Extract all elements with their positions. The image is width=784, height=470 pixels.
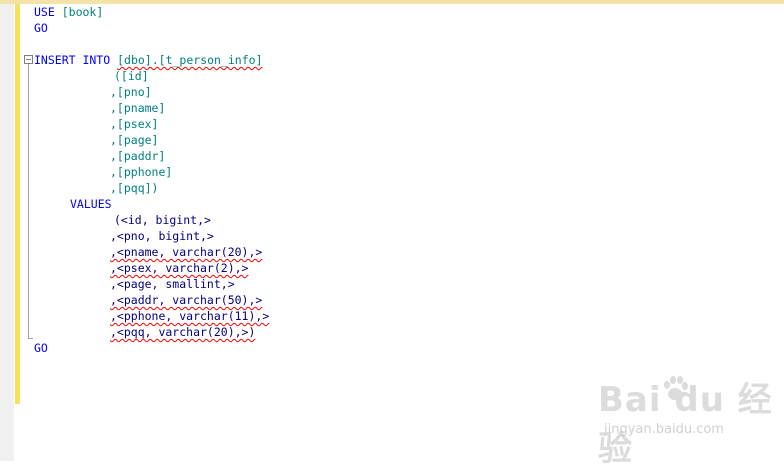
value-placeholder-line: ,<pno, bigint,> xyxy=(110,229,214,243)
value-placeholder-line: (<id, bigint,> xyxy=(114,213,211,227)
outline-line xyxy=(28,64,29,338)
keyword-go: GO xyxy=(34,21,48,35)
column-line: ,[pphone] xyxy=(110,165,173,179)
collapse-toggle-icon[interactable] xyxy=(24,55,33,64)
column-line: ,[paddr] xyxy=(110,149,166,163)
value-placeholder-line: ,<pname, varchar(20),> xyxy=(110,245,263,259)
editor-gutter xyxy=(0,4,14,461)
column-line: ,[pname] xyxy=(110,101,166,115)
code-line-go: GO xyxy=(34,20,48,36)
table-name: [dbo].[t_person_info] xyxy=(117,53,263,67)
value-placeholder-line: ,<pqq, varchar(20),>) xyxy=(110,325,256,339)
code-line-use: USE [book] xyxy=(34,4,103,20)
code-line-insert: INSERT INTO [dbo].[t_person_info] xyxy=(34,52,263,68)
watermark-url: jingyan.baidu.com xyxy=(604,422,724,437)
column-line: ,[page] xyxy=(110,133,159,147)
value-placeholder-line: ,<paddr, varchar(50),> xyxy=(110,293,263,307)
outline-line-end xyxy=(28,338,33,339)
value-placeholder-line: ,<pphone, varchar(11),> xyxy=(110,309,270,323)
column-line: ([id] xyxy=(114,69,149,83)
change-tracking-bar xyxy=(15,4,20,404)
keyword-use: USE xyxy=(34,5,55,19)
keyword-values: VALUES xyxy=(70,197,112,211)
column-line: ,[psex] xyxy=(110,117,159,131)
baidu-jingyan-watermark: Bai du 经验 jingyan.baidu.com xyxy=(598,372,778,469)
column-line: ,[pqq]) xyxy=(110,181,159,195)
value-placeholder-line: ,<psex, varchar(2),> xyxy=(110,261,249,275)
keyword-go-end: GO xyxy=(34,341,48,355)
column-line: ,[pno] xyxy=(110,85,152,99)
database-name: [book] xyxy=(61,5,104,19)
value-placeholder-line: ,<page, smallint,> xyxy=(110,277,235,291)
paw-icon xyxy=(664,376,688,400)
keyword-insert-into: INSERT INTO xyxy=(34,53,111,67)
